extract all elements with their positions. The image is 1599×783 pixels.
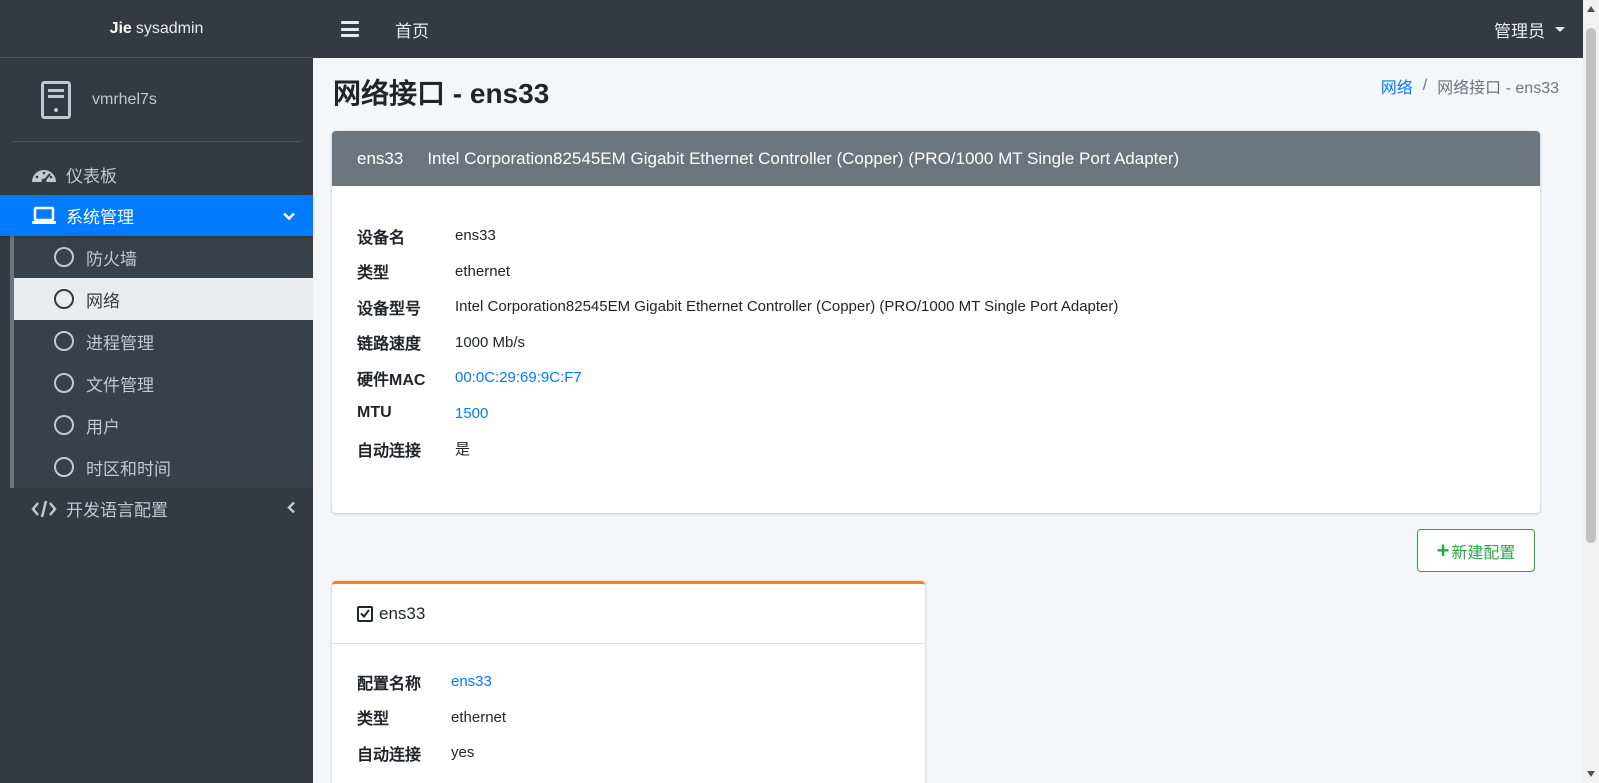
plus-icon: +	[1436, 537, 1450, 563]
sidebar-item-timezone[interactable]: 时区和时间	[14, 446, 313, 488]
laptop-icon	[30, 205, 58, 227]
detail-row: 配置名称 ens33	[357, 664, 900, 700]
interface-header-device: ens33	[357, 148, 404, 168]
breadcrumb-network-link[interactable]: 网络	[1381, 74, 1413, 98]
content-area: 网络接口 - ens33 网络 / 网络接口 - ens33 ens33 Int…	[313, 58, 1583, 783]
detail-value: yes	[451, 744, 475, 762]
detail-value: ethernet	[455, 262, 511, 280]
sidebar-item-label: 仪表板	[66, 167, 117, 186]
brand-link[interactable]: Jie sysadmin	[0, 0, 313, 58]
interface-card-header: ens33 Intel Corporation82545EM Gigabit E…	[332, 131, 1540, 186]
chevron-left-icon	[287, 501, 295, 516]
config-name-link[interactable]: ens33	[451, 673, 492, 690]
page-scrollbar[interactable]	[1583, 0, 1599, 783]
scroll-up-icon[interactable]	[1587, 6, 1595, 12]
sidebar-item-label: 用户	[86, 417, 120, 437]
menu-toggle-icon[interactable]	[341, 21, 359, 37]
sidebar-item-process[interactable]: 进程管理	[14, 320, 313, 362]
sidebar-item-label: 开发语言配置	[66, 501, 168, 520]
detail-value: ens33	[455, 227, 496, 245]
interface-card: ens33 Intel Corporation82545EM Gigabit E…	[332, 131, 1540, 513]
server-icon	[40, 80, 72, 120]
brand-bold: Jie	[109, 19, 132, 37]
sidebar-item-dev-lang[interactable]: 开发语言配置	[0, 488, 313, 529]
detail-label: 硬件MAC	[357, 371, 426, 389]
detail-row: 链路速度 1000 Mb/s	[357, 325, 1515, 361]
circle-icon	[54, 331, 74, 351]
admin-label: 管理员	[1494, 21, 1545, 41]
sidebar-item-dashboard[interactable]: 仪表板	[0, 154, 313, 195]
breadcrumb: 网络 / 网络接口 - ens33	[1381, 74, 1559, 98]
circle-icon	[54, 373, 74, 393]
detail-label: 设备名	[357, 229, 406, 247]
detail-row: 设备名 ens33	[357, 218, 1515, 254]
admin-dropdown[interactable]: 管理员	[1494, 0, 1565, 58]
breadcrumb-current: 网络接口 - ens33	[1437, 80, 1559, 97]
scroll-down-icon[interactable]	[1587, 771, 1595, 777]
config-card: ens33 配置名称 ens33 类型 ethernet 自动连接 yes	[332, 581, 925, 783]
detail-value: ethernet	[451, 708, 507, 726]
detail-label: 类型	[357, 265, 390, 283]
sidebar-item-label: 文件管理	[86, 375, 154, 395]
chevron-down-icon	[283, 208, 295, 223]
dashboard-icon	[30, 164, 58, 186]
detail-value: 1000 Mb/s	[455, 333, 526, 351]
detail-row: 类型 ethernet	[357, 254, 1515, 290]
config-details: 配置名称 ens33 类型 ethernet 自动连接 yes	[332, 644, 925, 771]
sidebar: Jie sysadmin vmrhel7s 仪表板 系统管理 防火墙 网络 进程…	[0, 0, 313, 783]
detail-label: MTU	[357, 404, 392, 422]
sidebar-nav: 仪表板 系统管理 防火墙 网络 进程管理 文件管理 用户 时区和时间 开发语言配…	[0, 154, 313, 529]
sidebar-item-label: 进程管理	[86, 333, 154, 353]
host-name: vmrhel7s	[92, 90, 157, 108]
brand-light: sysadmin	[135, 19, 204, 37]
detail-label: 自动连接	[357, 746, 422, 764]
detail-label: 配置名称	[357, 675, 422, 693]
detail-row: MTU 1500	[357, 396, 1515, 432]
circle-icon	[54, 247, 74, 267]
detail-label: 链路速度	[357, 336, 422, 354]
detail-row: 自动连接 是	[357, 431, 1515, 467]
check-square-icon	[357, 605, 373, 622]
config-card-header: ens33	[332, 584, 925, 644]
detail-value: 是	[455, 441, 471, 459]
sidebar-item-label: 防火墙	[86, 249, 137, 269]
mac-address-link[interactable]: 00:0C:29:69:9C:F7	[455, 369, 582, 386]
circle-icon	[54, 457, 74, 477]
sidebar-item-label: 时区和时间	[86, 459, 171, 479]
page-title: 网络接口 - ens33	[333, 78, 550, 109]
detail-label: 类型	[357, 711, 390, 729]
sidebar-item-label: 系统管理	[66, 208, 134, 227]
scrollbar-thumb[interactable]	[1586, 28, 1596, 543]
circle-icon	[54, 289, 74, 309]
interface-details: 设备名 ens33 类型 ethernet 设备型号 Intel Corpora…	[332, 186, 1540, 467]
new-config-label: 新建配置	[1451, 544, 1516, 562]
mtu-link[interactable]: 1500	[455, 405, 488, 422]
detail-row: 硬件MAC 00:0C:29:69:9C:F7	[357, 360, 1515, 396]
sidebar-item-label: 网络	[86, 291, 120, 311]
detail-label: 设备型号	[357, 300, 422, 318]
new-config-button[interactable]: + 新建配置	[1417, 529, 1535, 572]
caret-down-icon	[1555, 26, 1565, 32]
code-icon	[30, 498, 58, 520]
sidebar-item-system[interactable]: 系统管理	[0, 195, 313, 236]
circle-icon	[54, 415, 74, 435]
detail-label: 自动连接	[357, 442, 422, 460]
sidebar-item-files[interactable]: 文件管理	[14, 362, 313, 404]
sidebar-item-network[interactable]: 网络	[14, 278, 313, 320]
top-navbar: 首页 管理员	[313, 0, 1583, 58]
breadcrumb-separator: /	[1422, 77, 1428, 94]
interface-header-model: Intel Corporation82545EM Gigabit Etherne…	[427, 148, 1180, 168]
nav-home-link[interactable]: 首页	[395, 17, 429, 42]
detail-row: 自动连接 yes	[357, 735, 900, 771]
config-card-title: ens33	[379, 603, 426, 623]
detail-row: 类型 ethernet	[357, 700, 900, 736]
detail-value: Intel Corporation82545EM Gigabit Etherne…	[455, 298, 1119, 316]
user-panel[interactable]: vmrhel7s	[12, 58, 301, 142]
detail-row: 设备型号 Intel Corporation82545EM Gigabit Et…	[357, 289, 1515, 325]
system-submenu: 防火墙 网络 进程管理 文件管理 用户 时区和时间	[10, 236, 313, 488]
sidebar-item-users[interactable]: 用户	[14, 404, 313, 446]
sidebar-item-firewall[interactable]: 防火墙	[14, 236, 313, 278]
